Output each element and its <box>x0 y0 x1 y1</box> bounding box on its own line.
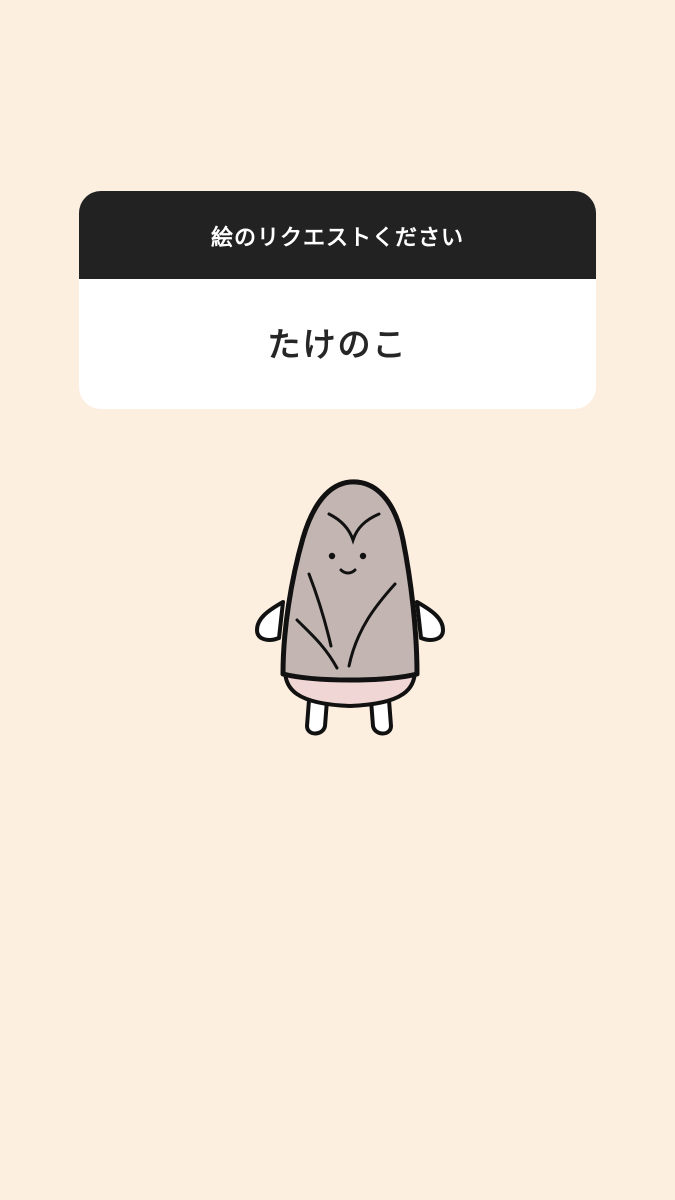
body-shape <box>280 479 420 683</box>
left-arm <box>255 600 285 642</box>
answer-area: たけのこ <box>79 279 596 409</box>
bamboo-shoot-illustration <box>255 479 445 736</box>
question-header: 絵のリクエストください <box>79 191 596 279</box>
left-eye <box>328 552 336 560</box>
answer-text: たけのこ <box>267 325 408 364</box>
question-sticker[interactable]: 絵のリクエストください たけのこ <box>79 191 596 409</box>
right-arm <box>415 600 445 642</box>
right-eye <box>359 552 367 560</box>
question-title: 絵のリクエストください <box>210 226 464 251</box>
